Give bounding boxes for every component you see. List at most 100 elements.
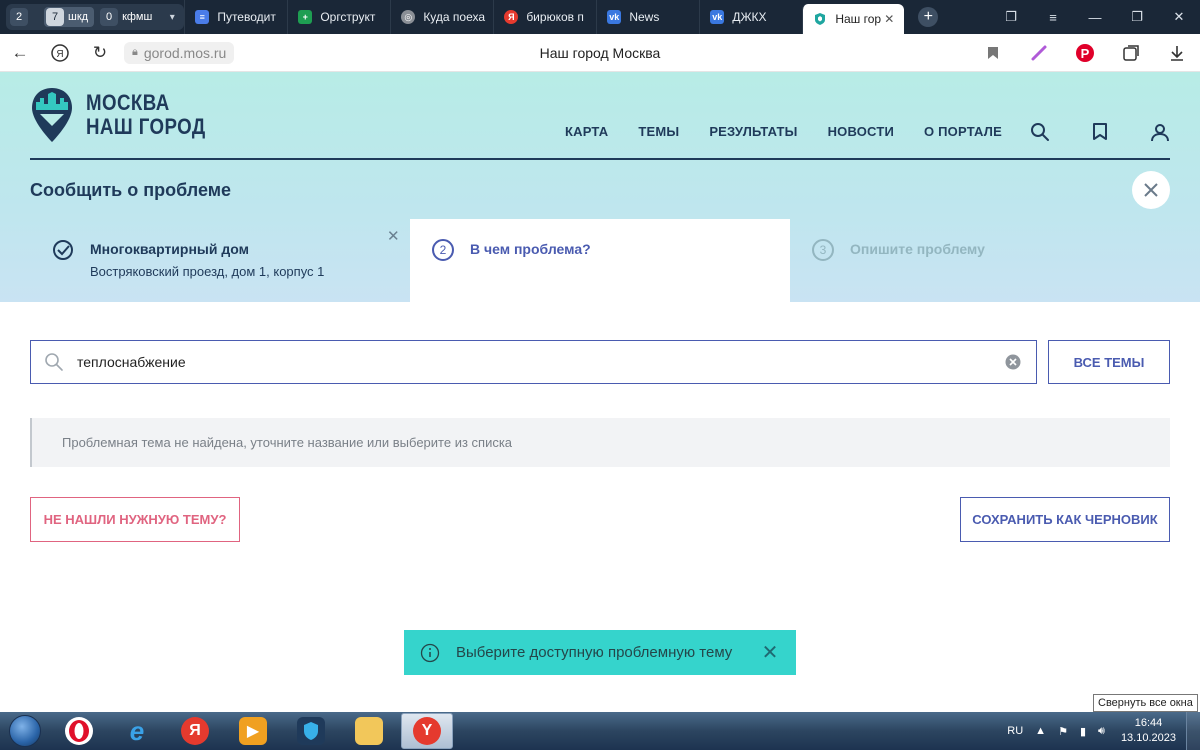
check-circle-icon: [53, 240, 73, 260]
opera-icon: [65, 717, 93, 745]
browser-tab[interactable]: ◎ Куда поеха: [390, 0, 493, 34]
menu-icon[interactable]: ≡: [1032, 0, 1074, 34]
windows-taskbar: e Я ▶ Y RU ▲ ⚑ ▮ 🔊︎ 16:44 13.10.2023: [0, 712, 1200, 750]
browser-tab[interactable]: vk ДЖКХ: [699, 0, 802, 34]
taskbar-app[interactable]: [340, 713, 398, 749]
taskbar-app[interactable]: [50, 713, 108, 749]
search-icon: [31, 352, 77, 372]
not-found-theme-button[interactable]: НЕ НАШЛИ НУЖНУЮ ТЕМУ?: [30, 497, 240, 542]
tab-label: Куда поеха: [423, 10, 486, 24]
tab-group-chip[interactable]: 7 шкд: [44, 7, 95, 27]
bookmark-icon[interactable]: [1070, 122, 1130, 142]
pinterest-icon[interactable]: P: [1062, 43, 1108, 63]
main-nav: КАРТА ТЕМЫ РЕЗУЛЬТАТЫ НОВОСТИ О ПОРТАЛЕ: [550, 124, 1017, 139]
restore-icon[interactable]: ❐: [1116, 0, 1158, 34]
header-actions: [1010, 122, 1190, 142]
clear-search-icon[interactable]: [990, 354, 1036, 370]
tab-group-count: 7: [46, 8, 64, 26]
tabs-manager-icon[interactable]: ❐: [990, 0, 1032, 34]
globe-icon: ◎: [401, 10, 416, 24]
start-button[interactable]: [0, 712, 50, 750]
search-input[interactable]: [77, 354, 990, 370]
browser-tab[interactable]: ≡ Путеводит: [184, 0, 287, 34]
close-icon[interactable]: ✕: [884, 12, 894, 26]
close-icon[interactable]: ✕: [387, 227, 400, 245]
tab-label: бирюков п: [526, 10, 584, 24]
close-report-button[interactable]: [1132, 171, 1170, 209]
nav-link-news[interactable]: НОВОСТИ: [828, 124, 894, 139]
system-tray: RU ▲ ⚑ ▮ 🔊︎ 16:44 13.10.2023: [1001, 712, 1200, 750]
browser-tab[interactable]: Ябирюков п: [493, 0, 596, 34]
step-describe[interactable]: 3 Опишите проблему: [790, 219, 1170, 302]
tray-expand-icon[interactable]: ▲: [1035, 725, 1046, 737]
back-icon[interactable]: ←: [0, 34, 40, 72]
clock[interactable]: 16:44 13.10.2023: [1121, 716, 1176, 746]
nav-link-about[interactable]: О ПОРТАЛЕ: [924, 124, 1002, 139]
step-problem[interactable]: 2 В чем проблема?: [410, 219, 790, 302]
tab-group-label: шкд: [68, 11, 89, 23]
save-draft-button[interactable]: СОХРАНИТЬ КАК ЧЕРНОВИК: [960, 497, 1170, 542]
browser-tab-active[interactable]: Наш гор ✕: [802, 4, 905, 34]
tab-label: News: [629, 10, 660, 24]
language-indicator[interactable]: RU: [1007, 725, 1023, 737]
close-window-icon[interactable]: ✕: [1158, 0, 1200, 34]
show-desktop-button[interactable]: [1186, 712, 1200, 750]
new-tab-button[interactable]: +: [918, 7, 939, 27]
yandex-home-icon[interactable]: Я: [40, 34, 80, 72]
nav-link-themes[interactable]: ТЕМЫ: [638, 124, 679, 139]
all-themes-button[interactable]: ВСЕ ТЕМЫ: [1048, 340, 1170, 384]
docs-icon: ≡: [195, 10, 210, 24]
close-toast-icon[interactable]: ✕: [744, 640, 796, 665]
logo-line: МОСКВА: [86, 90, 170, 115]
yandex-icon: Я: [181, 717, 209, 745]
user-icon[interactable]: [1130, 122, 1190, 142]
wizard-steps: Многоквартирный дом Востряковский проезд…: [0, 219, 1200, 302]
logo-line: НАШ ГОРОД: [86, 114, 206, 139]
volume-icon[interactable]: 🔊︎: [1098, 725, 1105, 738]
minimize-icon[interactable]: —: [1074, 0, 1116, 34]
url-text: gorod.mos.ru: [143, 44, 227, 61]
clock-date: 13.10.2023: [1120, 732, 1176, 744]
svg-text:Я: Я: [56, 49, 63, 60]
header-divider: [30, 158, 1170, 160]
step-label: Многоквартирный дом: [90, 241, 249, 257]
theme-search: [30, 340, 1037, 384]
svg-text:P: P: [1081, 46, 1090, 61]
nav-link-results[interactable]: РЕЗУЛЬТАТЫ: [709, 124, 797, 139]
step-building[interactable]: Многоквартирный дом Востряковский проезд…: [30, 219, 410, 302]
browser-tab[interactable]: vk News: [596, 0, 699, 34]
url-field[interactable]: 🔒︎ gorod.mos.ru: [124, 41, 235, 64]
tab-label: Наш гор: [835, 12, 882, 26]
taskbar-app[interactable]: ▶: [224, 713, 282, 749]
not-found-notice: Проблемная тема не найдена, уточните наз…: [30, 418, 1170, 467]
shield-icon: [297, 717, 325, 745]
logo-mark-icon: [32, 88, 72, 142]
folder-icon: [355, 717, 383, 745]
taskbar-app[interactable]: e: [108, 713, 166, 749]
internet-explorer-icon: e: [129, 715, 145, 746]
bookmark-icon[interactable]: [970, 46, 1016, 60]
network-icon[interactable]: ▮: [1080, 725, 1086, 738]
chevron-down-icon[interactable]: ▾: [164, 12, 180, 23]
site-logo[interactable]: МОСКВА НАШ ГОРОД: [30, 86, 227, 144]
download-icon[interactable]: [1154, 44, 1200, 62]
yandex-browser-icon: Y: [413, 717, 441, 745]
taskbar-app[interactable]: [282, 713, 340, 749]
tab-group-chip[interactable]: 2: [10, 7, 38, 27]
tab-group-chip[interactable]: 0 кфмш: [100, 7, 158, 27]
browser-tab[interactable]: + Оргструкт: [287, 0, 390, 34]
tab-label: Оргструкт: [320, 10, 376, 24]
taskbar-app[interactable]: Я: [166, 713, 224, 749]
collections-icon[interactable]: [1108, 44, 1154, 62]
yandex-icon: Я: [504, 10, 519, 24]
reload-icon[interactable]: ↻: [80, 34, 120, 72]
taskbar-app-active[interactable]: Y: [401, 713, 453, 749]
media-player-icon: ▶: [239, 717, 267, 745]
search-icon[interactable]: [1010, 122, 1070, 142]
lock-icon: 🔒︎: [132, 46, 138, 58]
step-number: 2: [432, 239, 454, 261]
action-center-icon[interactable]: ⚑: [1058, 725, 1068, 738]
toast-message: Выберите доступную проблемную тему: [456, 644, 733, 661]
nav-link-map[interactable]: КАРТА: [565, 124, 608, 139]
feather-extension-icon[interactable]: [1016, 44, 1062, 62]
